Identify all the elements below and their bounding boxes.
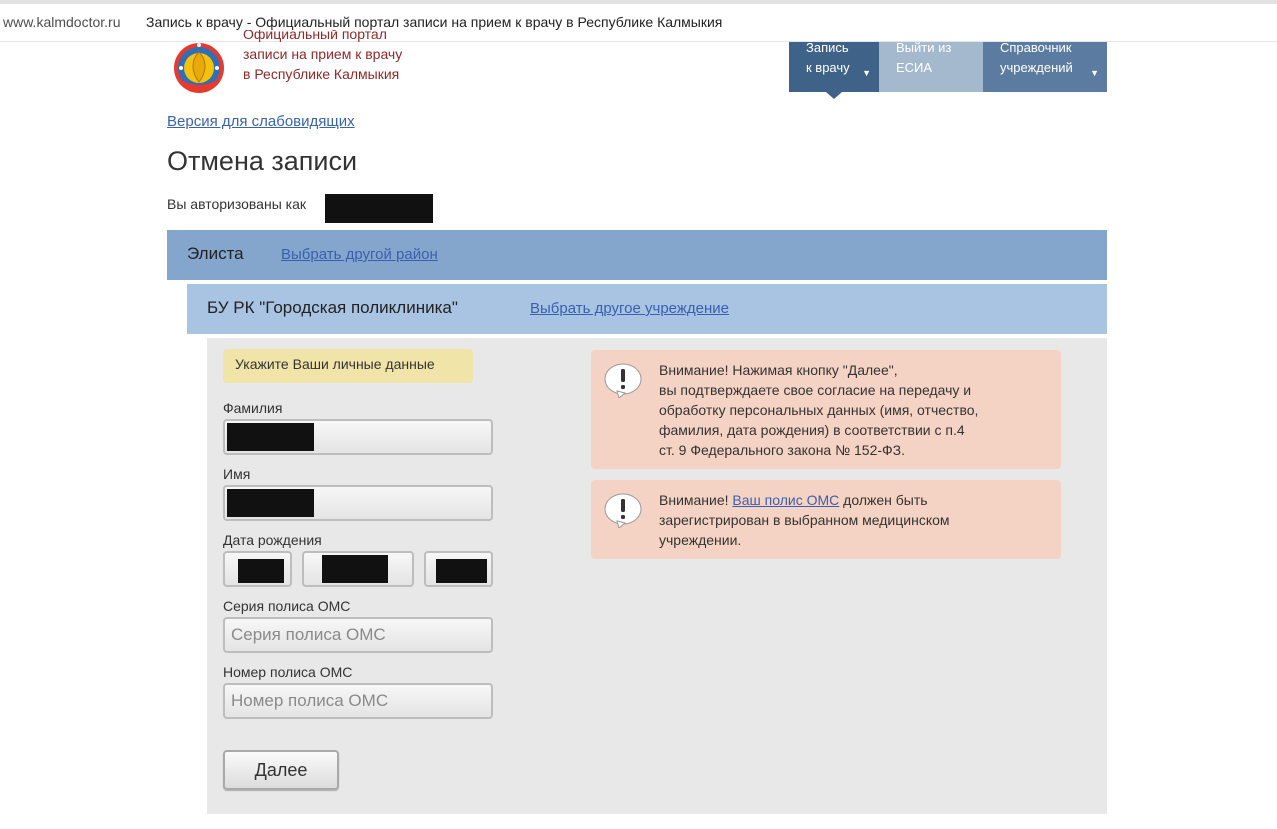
browser-page-title: Запись к врачу - Официальный портал запи… bbox=[146, 14, 723, 30]
birth-year-field[interactable] bbox=[424, 551, 493, 587]
birthdate-label: Дата рождения bbox=[223, 532, 322, 548]
policy-number-label: Номер полиса ОМС bbox=[223, 664, 353, 680]
policy-notice-line-2: зарегистрирован в выбранном медицинском bbox=[659, 512, 950, 528]
policy-series-field[interactable] bbox=[223, 617, 493, 653]
browser-tab-strip bbox=[0, 0, 1277, 4]
consent-notice: Внимание! Нажимая кнопку "Далее", вы под… bbox=[591, 350, 1061, 469]
nav-directory-line-1: Справочник bbox=[1000, 40, 1072, 55]
nav-appointment-line-1: Запись bbox=[806, 40, 849, 55]
redacted-birth-month bbox=[322, 555, 388, 583]
nav-esia-line-1: Выйти из bbox=[896, 40, 952, 55]
auth-status-text: Вы авторизованы как bbox=[167, 196, 306, 212]
exclamation-bubble-icon bbox=[604, 363, 642, 398]
nav-active-pointer bbox=[826, 92, 842, 99]
policy-notice-prefix: Внимание! bbox=[659, 492, 729, 508]
policy-notice-suffix: должен быть bbox=[843, 492, 928, 508]
browser-url[interactable]: www.kalmdoctor.ru bbox=[3, 14, 120, 30]
policy-series-label: Серия полиса ОМС bbox=[223, 598, 351, 614]
name-field[interactable] bbox=[223, 485, 493, 521]
consent-line-1: Внимание! Нажимая кнопку "Далее", bbox=[659, 362, 898, 378]
policy-series-input[interactable] bbox=[225, 619, 491, 651]
policy-notice: Внимание! Ваш полис ОМС должен быть заре… bbox=[591, 480, 1061, 559]
caret-down-icon: ▼ bbox=[862, 68, 871, 78]
policy-number-input[interactable] bbox=[225, 685, 491, 717]
site-title: Официальный портал записи на прием к вра… bbox=[243, 30, 463, 90]
change-institution-link[interactable]: Выбрать другое учреждение bbox=[530, 300, 729, 317]
nav-directory[interactable]: Справочник учреждений ▼ bbox=[983, 40, 1107, 92]
redacted-surname bbox=[227, 423, 314, 451]
redacted-birth-year bbox=[436, 559, 487, 583]
page-title: Отмена записи bbox=[167, 146, 358, 176]
consent-line-2: вы подтверждаете свое согласие на переда… bbox=[659, 382, 972, 398]
emblem-logo[interactable] bbox=[169, 38, 229, 94]
consent-line-4: фамилия, дата рождения) в соответствии с… bbox=[659, 422, 965, 438]
nav-esia-line-2: ЕСИА bbox=[896, 60, 933, 75]
birth-day-field[interactable] bbox=[223, 551, 292, 587]
consent-line-5: ст. 9 Федерального закона № 152-ФЗ. bbox=[659, 442, 906, 458]
change-district-link[interactable]: Выбрать другой район bbox=[281, 246, 438, 263]
policy-number-field[interactable] bbox=[223, 683, 493, 719]
accessibility-version-link[interactable]: Версия для слабовидящих bbox=[167, 113, 355, 130]
redacted-birth-day bbox=[238, 559, 284, 583]
surname-field[interactable] bbox=[223, 419, 493, 455]
site-title-line-2: записи на прием к врачу bbox=[243, 46, 403, 62]
policy-notice-line-3: учреждении. bbox=[659, 532, 742, 548]
institution-bar: БУ РК "Городская поликлиника" Выбрать др… bbox=[187, 284, 1107, 334]
redacted-name bbox=[227, 489, 314, 517]
next-button[interactable]: Далее bbox=[223, 750, 339, 790]
birth-month-field[interactable] bbox=[302, 551, 414, 587]
policy-notice-line-1: Внимание! Ваш полис ОМС должен быть bbox=[659, 490, 1051, 510]
nav-appointment[interactable]: Запись к врачу ▼ bbox=[789, 40, 879, 92]
personal-data-hint: Укажите Ваши личные данные bbox=[223, 349, 473, 383]
nav-esia-logout[interactable]: Выйти из ЕСИА bbox=[879, 40, 983, 92]
caret-down-icon: ▼ bbox=[1090, 68, 1099, 78]
exclamation-bubble-icon bbox=[604, 493, 642, 528]
policy-oms-link[interactable]: Ваш полис ОМС bbox=[732, 492, 839, 508]
redacted-username bbox=[325, 194, 433, 223]
site-title-line-1: Официальный портал bbox=[243, 30, 387, 42]
browser-title-bar: www.kalmdoctor.ru Запись к врачу - Офици… bbox=[0, 0, 1277, 42]
site-title-line-3: в Республике Калмыкия bbox=[243, 66, 400, 82]
district-bar: Элиста Выбрать другой район bbox=[167, 230, 1107, 280]
name-label: Имя bbox=[223, 466, 251, 482]
surname-label: Фамилия bbox=[223, 400, 283, 416]
consent-line-3: обработку персональных данных (имя, отче… bbox=[659, 402, 979, 418]
district-name: Элиста bbox=[187, 244, 244, 263]
institution-name: БУ РК "Городская поликлиника" bbox=[207, 298, 458, 317]
